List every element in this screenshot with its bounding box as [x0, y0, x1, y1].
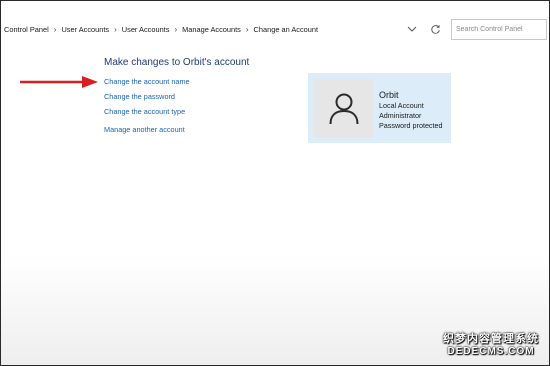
- watermark-line2: DEDECMS.COM: [447, 346, 535, 357]
- account-name: Orbit: [379, 90, 399, 100]
- watermark: 织梦内容管理系统 DEDECMS.COM: [443, 330, 539, 357]
- breadcrumb-user-accounts[interactable]: User Accounts: [61, 25, 109, 34]
- account-password-status: Password protected: [379, 121, 443, 130]
- account-tile: Orbit Local Account Administrator Passwo…: [308, 73, 451, 143]
- change-account-type-link[interactable]: Change the account type: [104, 107, 185, 116]
- breadcrumb-separator: ›: [245, 24, 249, 34]
- breadcrumb-separator: ›: [114, 24, 117, 34]
- avatar: [314, 79, 373, 138]
- breadcrumb: Control Panel › User Accounts › User Acc…: [4, 11, 404, 47]
- refresh-icon: [430, 24, 440, 34]
- change-account-name-link[interactable]: Change the account name: [104, 77, 190, 86]
- red-arrow-annotation: [20, 76, 98, 88]
- manage-another-account-link[interactable]: Manage another account: [104, 125, 185, 134]
- address-dropdown-button[interactable]: [405, 22, 419, 36]
- refresh-button[interactable]: [427, 21, 443, 37]
- user-avatar-icon: [329, 93, 358, 124]
- change-password-link[interactable]: Change the password: [104, 92, 175, 101]
- chevron-down-icon: [407, 26, 417, 32]
- page-title: Make changes to Orbit's account: [104, 57, 250, 68]
- watermark-line1: 织梦内容管理系统: [443, 332, 539, 345]
- window: Control Panel › User Accounts › User Acc…: [0, 0, 550, 366]
- search-input[interactable]: [451, 19, 547, 40]
- breadcrumb-separator: ›: [53, 24, 57, 34]
- breadcrumb-control-panel[interactable]: Control Panel: [4, 25, 49, 34]
- breadcrumb-manage-accounts[interactable]: Manage Accounts: [182, 25, 241, 34]
- breadcrumb-separator: ›: [174, 24, 178, 34]
- account-type: Local Account: [379, 101, 424, 110]
- breadcrumb-user-accounts-sub[interactable]: User Accounts: [122, 25, 170, 34]
- address-bar: Control Panel › User Accounts › User Acc…: [1, 11, 549, 47]
- account-role: Administrator: [379, 111, 422, 120]
- breadcrumb-change-account[interactable]: Change an Account: [254, 25, 319, 34]
